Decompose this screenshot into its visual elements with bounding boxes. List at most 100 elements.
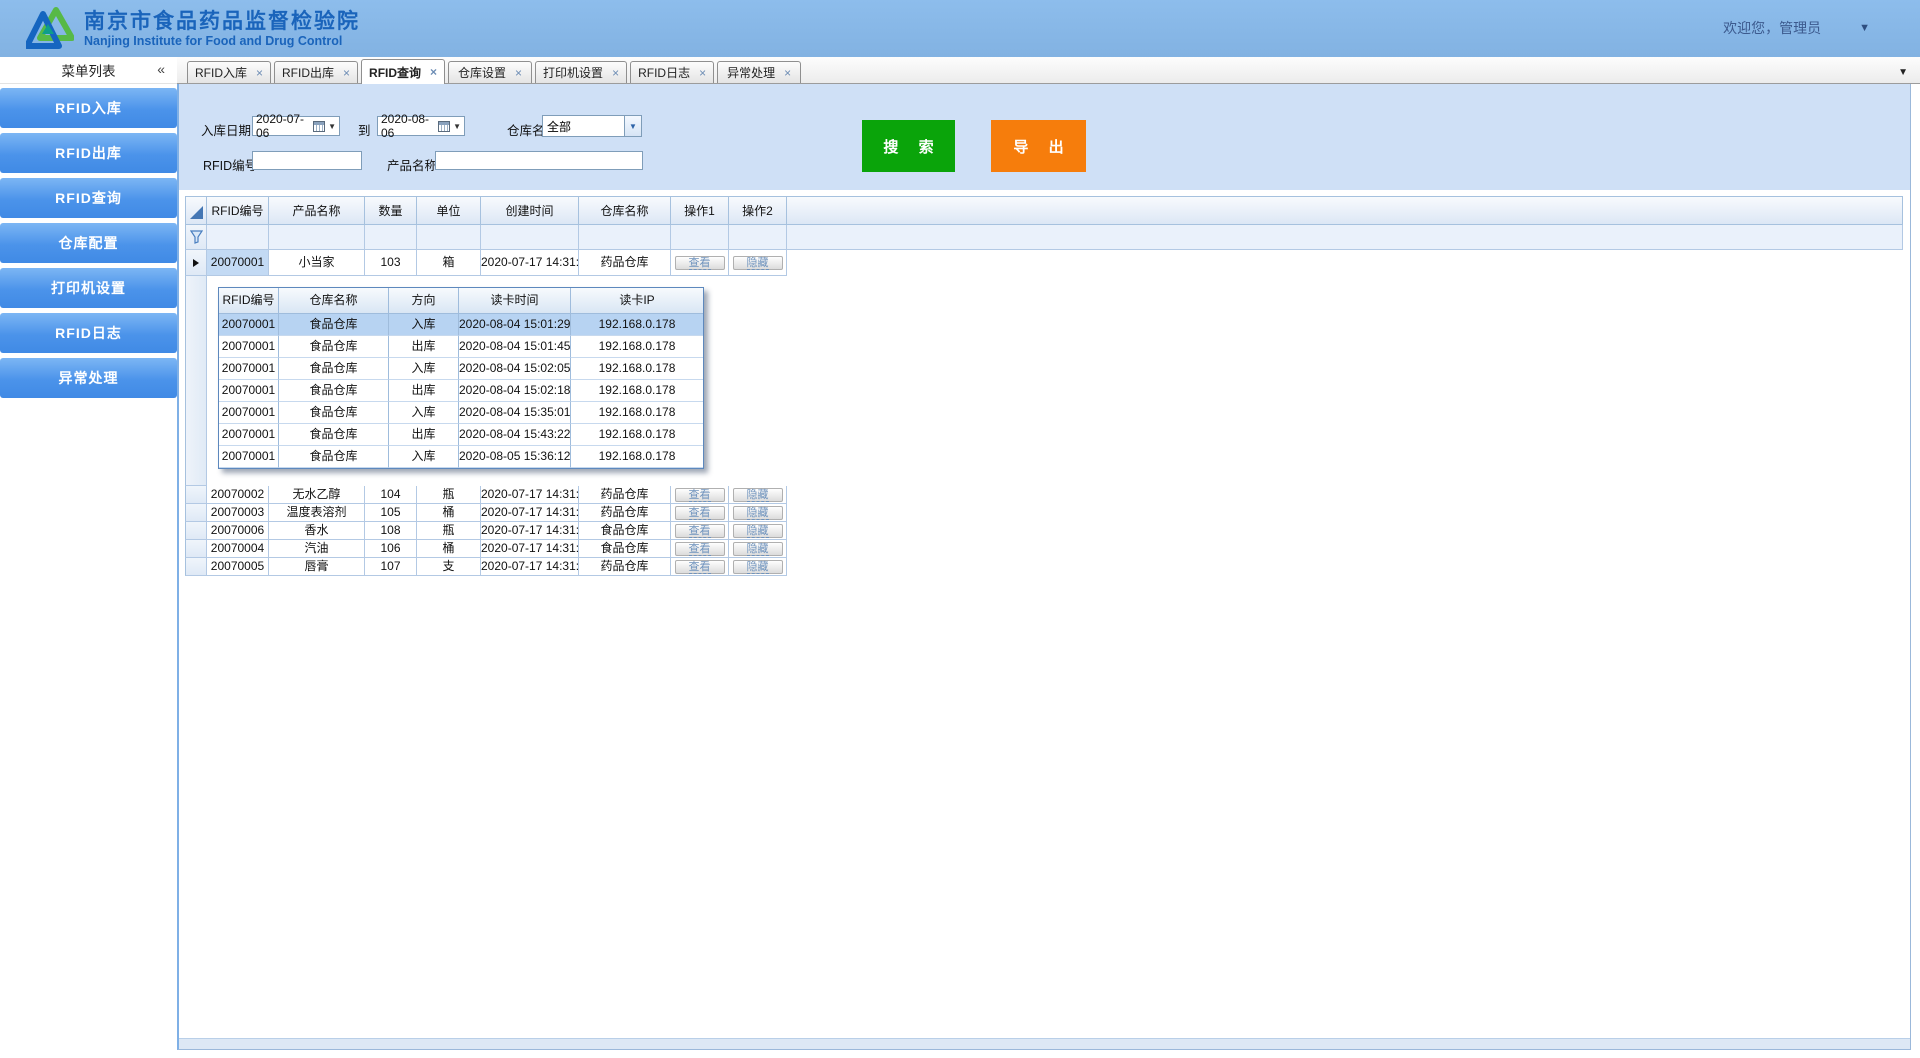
hide-button[interactable]: 隐藏 (733, 542, 783, 556)
table-row[interactable]: 20070002 无水乙醇 104 瓶 2020-07-17 14:31:51 … (185, 486, 1903, 504)
view-button[interactable]: 查看 (675, 488, 725, 502)
row-header-cell[interactable] (185, 486, 207, 504)
sidebar-item-exception-handling[interactable]: 异常处理 (0, 358, 177, 398)
col-header-op2[interactable]: 操作2 (729, 196, 787, 225)
user-menu[interactable]: 欢迎您，管理员 ▼ (1723, 18, 1870, 38)
sidebar-item-printer-settings[interactable]: 打印机设置 (0, 268, 177, 308)
tab-close-icon[interactable]: × (699, 66, 706, 80)
filter-cell[interactable] (729, 225, 787, 250)
filter-cell[interactable] (365, 225, 417, 250)
tab-rfid-outbound[interactable]: RFID出库 × (274, 61, 358, 83)
detail-cell: 192.168.0.178 (571, 446, 703, 468)
tab-rfid-log[interactable]: RFID日志 × (630, 61, 714, 83)
view-button[interactable]: 查看 (675, 560, 725, 574)
tab-close-icon[interactable]: × (612, 66, 619, 80)
row-header-cell[interactable] (185, 540, 207, 558)
table-row[interactable]: 20070003 温度表溶剂 105 桶 2020-07-17 14:31:51… (185, 504, 1903, 522)
filter-cell[interactable] (207, 225, 269, 250)
detail-cell: 20070001 (219, 402, 279, 424)
view-button[interactable]: 查看 (675, 506, 725, 520)
tab-close-icon[interactable]: × (256, 66, 263, 80)
detail-col-readip[interactable]: 读卡IP (571, 288, 703, 314)
tab-close-icon[interactable]: × (784, 66, 791, 80)
detail-col-readtime[interactable]: 读卡时间 (459, 288, 571, 314)
row-header-cell[interactable] (185, 250, 207, 276)
search-button[interactable]: 搜 索 (862, 120, 955, 172)
tab-exception-handling[interactable]: 异常处理 × (717, 61, 801, 83)
detail-row[interactable]: 20070001 食品仓库 出库 2020-08-04 15:02:18 192… (219, 380, 703, 402)
col-header-rfid[interactable]: RFID编号 (207, 196, 269, 225)
tab-overflow-caret-icon[interactable]: ▼ (1898, 67, 1908, 78)
select-all-corner[interactable] (185, 196, 207, 225)
col-header-created[interactable]: 创建时间 (481, 196, 579, 225)
col-header-warehouse[interactable]: 仓库名称 (579, 196, 671, 225)
detail-col-direction[interactable]: 方向 (389, 288, 459, 314)
filter-cell[interactable] (269, 225, 365, 250)
sidebar-item-warehouse-config[interactable]: 仓库配置 (0, 223, 177, 263)
filter-cell[interactable] (481, 225, 579, 250)
user-dropdown-caret-icon[interactable]: ▼ (1859, 22, 1870, 34)
table-row[interactable]: 20070006 香水 108 瓶 2020-07-17 14:31:51 食品… (185, 522, 1903, 540)
sidebar-collapse-icon[interactable]: « (157, 61, 165, 77)
table-row[interactable]: 20070005 唇膏 107 支 2020-07-17 14:31:51 药品… (185, 558, 1903, 576)
row-header-cell[interactable] (185, 558, 207, 576)
cell-qty: 108 (365, 522, 417, 540)
detail-row[interactable]: 20070001 食品仓库 入库 2020-08-04 15:35:01 192… (219, 402, 703, 424)
detail-col-warehouse[interactable]: 仓库名称 (279, 288, 389, 314)
sidebar-item-rfid-query[interactable]: RFID查询 (0, 178, 177, 218)
tab-close-icon[interactable]: × (430, 65, 437, 79)
hide-button[interactable]: 隐藏 (733, 524, 783, 538)
sidebar-item-rfid-outbound[interactable]: RFID出库 (0, 133, 177, 173)
detail-row[interactable]: 20070001 食品仓库 入库 2020-08-04 15:01:29 192… (219, 314, 703, 336)
date-caret-icon[interactable]: ▼ (453, 122, 461, 131)
tab-close-icon[interactable]: × (515, 66, 522, 80)
welcome-text: 欢迎您，管理员 (1723, 18, 1821, 38)
tab-rfid-query[interactable]: RFID查询 × (361, 59, 445, 84)
filter-cell[interactable] (671, 225, 729, 250)
date-from-picker[interactable]: 2020-07-06 ▼ (252, 116, 340, 136)
tab-rfid-inbound[interactable]: RFID入库 × (187, 61, 271, 83)
date-to-picker[interactable]: 2020-08-06 ▼ (377, 116, 465, 136)
date-caret-icon[interactable]: ▼ (328, 122, 336, 131)
view-button[interactable]: 查看 (675, 524, 725, 538)
combo-caret-icon[interactable]: ▼ (624, 116, 641, 136)
hide-button[interactable]: 隐藏 (733, 256, 783, 270)
calendar-icon[interactable] (438, 121, 450, 132)
tab-warehouse-settings[interactable]: 仓库设置 × (448, 61, 532, 83)
detail-cell: 192.168.0.178 (571, 358, 703, 380)
cell-qty: 104 (365, 486, 417, 504)
sidebar-item-rfid-log[interactable]: RFID日志 (0, 313, 177, 353)
detail-row[interactable]: 20070001 食品仓库 出库 2020-08-04 15:43:22 192… (219, 424, 703, 446)
hide-button[interactable]: 隐藏 (733, 506, 783, 520)
sidebar-item-rfid-inbound[interactable]: RFID入库 (0, 88, 177, 128)
table-row[interactable]: 20070004 汽油 106 桶 2020-07-17 14:31:51 食品… (185, 540, 1903, 558)
row-header-cell[interactable] (185, 522, 207, 540)
calendar-icon[interactable] (313, 121, 325, 132)
view-button[interactable]: 查看 (675, 542, 725, 556)
hide-button[interactable]: 隐藏 (733, 560, 783, 574)
col-header-unit[interactable]: 单位 (417, 196, 481, 225)
horizontal-scrollbar-track[interactable] (179, 1038, 1910, 1049)
product-name-input[interactable] (435, 151, 643, 170)
detail-col-rfid[interactable]: RFID编号 (219, 288, 279, 314)
filter-cell[interactable] (579, 225, 671, 250)
detail-row[interactable]: 20070001 食品仓库 出库 2020-08-04 15:01:45 192… (219, 336, 703, 358)
col-header-product[interactable]: 产品名称 (269, 196, 365, 225)
tab-printer-settings[interactable]: 打印机设置 × (535, 61, 627, 83)
row-header-cell[interactable] (185, 504, 207, 522)
filter-cell[interactable] (417, 225, 481, 250)
filter-row-header[interactable] (185, 225, 207, 250)
warehouse-select[interactable]: 全部 ▼ (542, 115, 642, 137)
cell-created: 2020-07-17 14:31:51 (481, 250, 579, 276)
rfid-code-input[interactable] (252, 151, 362, 170)
col-header-qty[interactable]: 数量 (365, 196, 417, 225)
view-button[interactable]: 查看 (675, 256, 725, 270)
detail-row[interactable]: 20070001 食品仓库 入库 2020-08-04 15:02:05 192… (219, 358, 703, 380)
export-button[interactable]: 导 出 (991, 120, 1086, 172)
tab-close-icon[interactable]: × (343, 66, 350, 80)
hide-button[interactable]: 隐藏 (733, 488, 783, 502)
col-header-op1[interactable]: 操作1 (671, 196, 729, 225)
tab-label: 打印机设置 (543, 64, 603, 81)
table-row[interactable]: 20070001 小当家 103 箱 2020-07-17 14:31:51 药… (185, 250, 1903, 276)
detail-row[interactable]: 20070001 食品仓库 入库 2020-08-05 15:36:12 192… (219, 446, 703, 468)
